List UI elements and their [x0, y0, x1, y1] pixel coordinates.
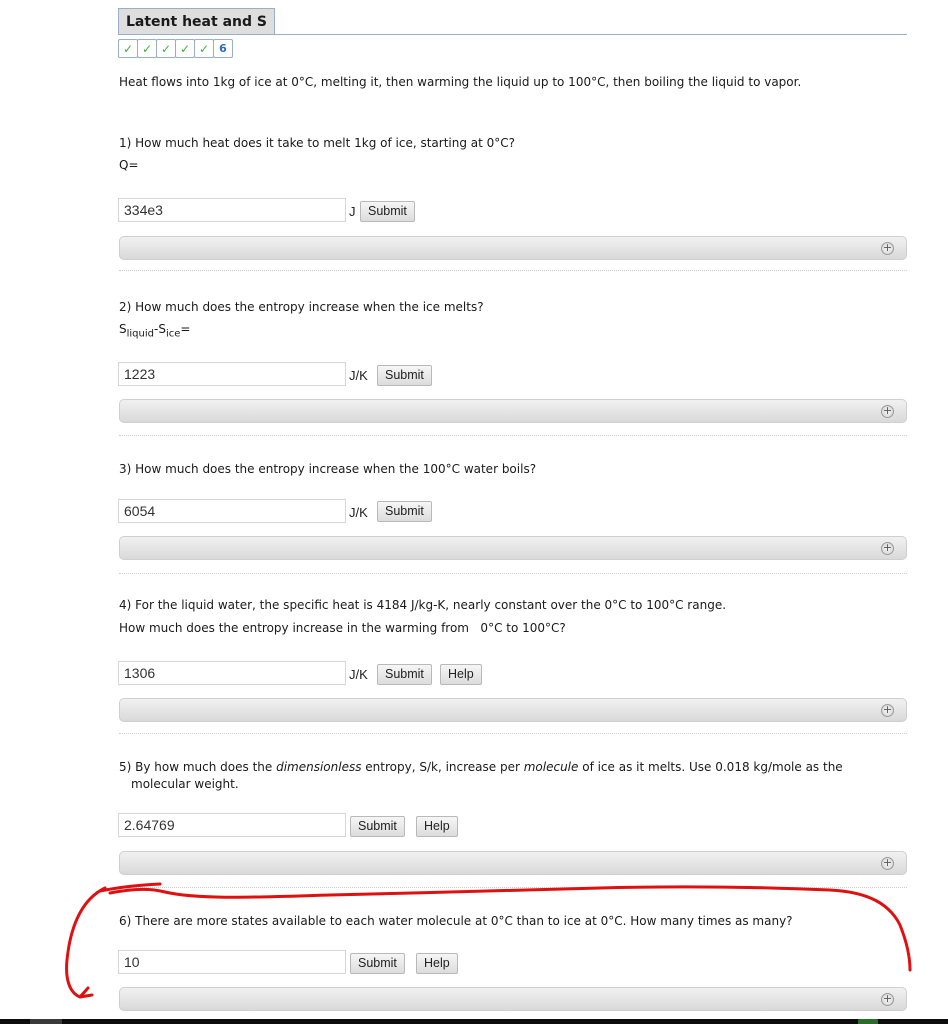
question-2-text: 2) How much does the entropy increase wh… [119, 300, 484, 314]
os-taskbar [0, 1019, 948, 1024]
question-2-submit-button[interactable]: Submit [377, 365, 432, 386]
question-3-text: 3) How much does the entropy increase wh… [119, 462, 537, 476]
question-2-answer-input[interactable] [118, 362, 346, 386]
divider [119, 270, 907, 271]
question-2-unit: J/K [349, 368, 368, 383]
expand-plus-icon[interactable]: + [881, 704, 894, 717]
progress-check-icon[interactable]: ✓ [175, 39, 195, 58]
question-4-text: 4) For the liquid water, the specific he… [119, 598, 727, 612]
question-3-submit-button[interactable]: Submit [377, 501, 432, 522]
q5-text-c: of ice as it melts. Use 0.018 kg/mole as… [578, 760, 843, 774]
question-4-text-line2: How much does the entropy increase in th… [119, 621, 566, 635]
progress-tracker: ✓ ✓ ✓ ✓ ✓ 6 [118, 39, 233, 58]
question-1-answer-input[interactable] [118, 198, 346, 222]
progress-check-icon[interactable]: ✓ [137, 39, 157, 58]
expand-plus-icon[interactable]: + [881, 405, 894, 418]
prefix-sub-ice: ice [165, 328, 181, 340]
question-1-text: 1) How much heat does it take to melt 1k… [119, 136, 516, 150]
q5-text-a: 5) By how much does the [119, 760, 277, 774]
progress-current-item[interactable]: 6 [213, 39, 233, 58]
prefix-s: S [158, 322, 166, 336]
divider [119, 733, 907, 734]
divider [119, 435, 907, 436]
q5-emph-dimensionless: dimensionless [276, 760, 362, 774]
question-4-hint-bar[interactable]: + [119, 698, 907, 722]
question-1-prefix: Q= [119, 158, 139, 172]
prefix-sub-liquid: liquid [126, 328, 154, 340]
question-1-unit: J [349, 204, 356, 219]
question-1-submit-button[interactable]: Submit [360, 201, 415, 222]
question-2-hint-bar[interactable]: + [119, 399, 907, 423]
question-5-hint-bar[interactable]: + [119, 851, 907, 875]
expand-plus-icon[interactable]: + [881, 993, 894, 1006]
question-1-hint-bar[interactable]: + [119, 236, 907, 260]
question-6-help-button[interactable]: Help [416, 953, 458, 974]
question-5-answer-input[interactable] [118, 813, 346, 837]
question-4-help-button[interactable]: Help [440, 664, 482, 685]
divider [119, 887, 907, 888]
taskbar-item[interactable] [30, 1019, 62, 1024]
question-3-answer-input[interactable] [118, 499, 346, 523]
expand-plus-icon[interactable]: + [881, 242, 894, 255]
question-3-unit: J/K [349, 505, 368, 520]
question-5-text: 5) By how much does the dimensionless en… [119, 759, 909, 793]
q5-text-line2: molecular weight. [131, 777, 239, 791]
prefix-equals: = [180, 322, 191, 336]
question-2-prefix: Sliquid-Sice= [119, 322, 190, 339]
assignment-title-tab[interactable]: Latent heat and S [118, 8, 275, 34]
annotation-arrow [65, 886, 107, 999]
divider [119, 573, 907, 574]
question-5-help-button[interactable]: Help [416, 816, 458, 837]
prefix-s: S [119, 322, 127, 336]
q5-emph-molecule: molecule [523, 760, 579, 774]
progress-check-icon[interactable]: ✓ [194, 39, 214, 58]
question-4-unit: J/K [349, 667, 368, 682]
question-6-answer-input[interactable] [118, 950, 346, 974]
title-underline [118, 34, 907, 35]
question-3-hint-bar[interactable]: + [119, 536, 907, 560]
expand-plus-icon[interactable]: + [881, 857, 894, 870]
progress-check-icon[interactable]: ✓ [156, 39, 176, 58]
taskbar-item[interactable] [858, 1019, 878, 1024]
q5-text-b: entropy, S/k, increase per [361, 760, 524, 774]
question-4-answer-input[interactable] [118, 661, 346, 685]
expand-plus-icon[interactable]: + [881, 542, 894, 555]
progress-check-icon[interactable]: ✓ [118, 39, 138, 58]
question-4-submit-button[interactable]: Submit [377, 664, 432, 685]
question-6-text: 6) There are more states available to ea… [119, 914, 793, 928]
question-5-submit-button[interactable]: Submit [350, 816, 405, 837]
problem-intro: Heat flows into 1kg of ice at 0°C, melti… [119, 75, 802, 89]
question-6-submit-button[interactable]: Submit [350, 953, 405, 974]
question-6-hint-bar[interactable]: + [119, 987, 907, 1011]
